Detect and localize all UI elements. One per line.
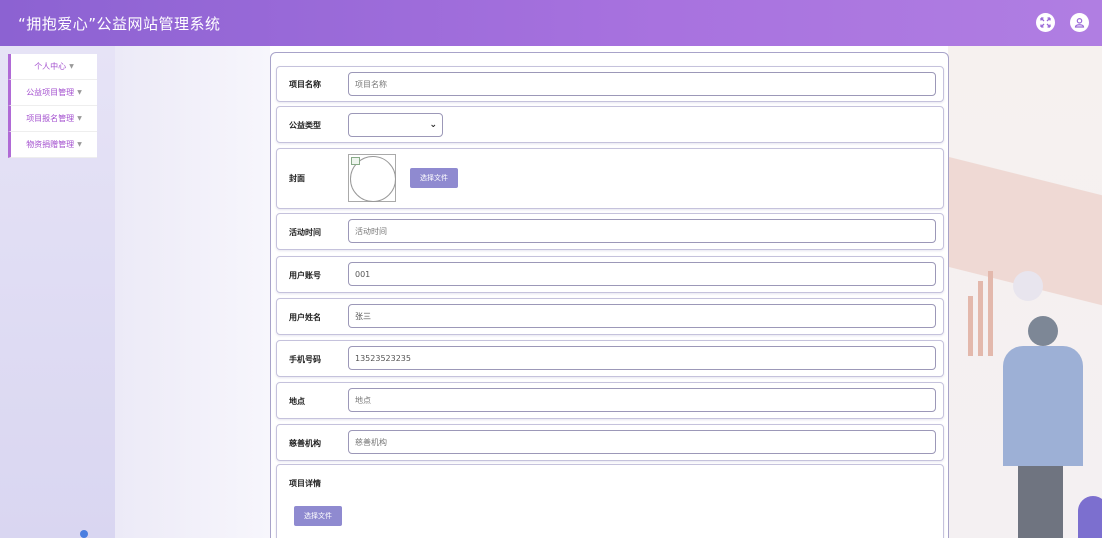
form-row-location: 地点 (276, 382, 944, 419)
sidebar-menu: 个人中心 ▼ 公益项目管理 ▼ 项目报名管理 ▼ 物资捐赠管理 ▼ (8, 54, 97, 158)
location-label: 地点 (289, 397, 305, 406)
category-label: 公益类型 (289, 121, 321, 130)
floating-dot (80, 530, 88, 538)
account-input[interactable] (348, 262, 936, 286)
project-form: 项目名称 公益类型 ⌄ 封面 选择文件 活动时间 用户账号 用户姓名 手机号码 … (270, 52, 949, 538)
form-row-charity: 慈善机构 (276, 424, 944, 461)
decorative-illustration (948, 46, 1102, 538)
form-row-details: 项目详情 选择文件 (276, 464, 944, 538)
chevron-down-icon: ▼ (77, 89, 82, 96)
activity-time-label: 活动时间 (289, 228, 321, 237)
form-row-category: 公益类型 ⌄ (276, 106, 944, 143)
username-label: 用户姓名 (289, 313, 321, 322)
sidebar-item-label: 物资捐赠管理 (26, 140, 75, 149)
form-row-username: 用户姓名 (276, 298, 944, 335)
chevron-down-icon: ▼ (77, 141, 82, 148)
sidebar-item-donation-management[interactable]: 物资捐赠管理 ▼ (8, 132, 97, 158)
form-row-phone: 手机号码 (276, 340, 944, 377)
cover-label: 封面 (289, 174, 305, 183)
chevron-down-icon: ▼ (69, 63, 74, 70)
location-input[interactable] (348, 388, 936, 412)
details-label: 项目详情 (289, 479, 321, 488)
cover-preview (348, 154, 396, 202)
sidebar-item-label: 公益项目管理 (26, 88, 75, 97)
form-row-cover: 封面 选择文件 (276, 148, 944, 209)
user-icon[interactable] (1070, 13, 1089, 32)
broken-image-icon (351, 157, 360, 165)
sidebar-item-registration-management[interactable]: 项目报名管理 ▼ (8, 106, 97, 132)
top-header: “拥抱爱心”公益网站管理系统 (0, 0, 1102, 46)
fullscreen-icon[interactable] (1036, 13, 1055, 32)
chevron-down-icon: ⌄ (429, 120, 437, 130)
username-input[interactable] (348, 304, 936, 328)
sidebar-item-label: 个人中心 (34, 62, 67, 71)
sidebar-item-project-management[interactable]: 公益项目管理 ▼ (8, 80, 97, 106)
form-row-project-name: 项目名称 (276, 66, 944, 102)
sidebar-item-personal-center[interactable]: 个人中心 ▼ (8, 54, 97, 80)
account-label: 用户账号 (289, 271, 321, 280)
project-name-label: 项目名称 (289, 80, 321, 89)
app-title: “拥抱爱心”公益网站管理系统 (18, 15, 221, 33)
details-choose-file-button[interactable]: 选择文件 (294, 506, 342, 526)
project-name-input[interactable] (348, 72, 936, 96)
content-background (115, 46, 270, 538)
form-row-account: 用户账号 (276, 256, 944, 293)
charity-label: 慈善机构 (289, 439, 321, 448)
cover-choose-file-button[interactable]: 选择文件 (410, 168, 458, 188)
sidebar-item-label: 项目报名管理 (26, 114, 75, 123)
category-select[interactable]: ⌄ (348, 113, 443, 137)
activity-time-input[interactable] (348, 219, 936, 243)
charity-input[interactable] (348, 430, 936, 454)
chevron-down-icon: ▼ (77, 115, 82, 122)
phone-label: 手机号码 (289, 355, 321, 364)
phone-input[interactable] (348, 346, 936, 370)
form-row-activity-time: 活动时间 (276, 213, 944, 250)
